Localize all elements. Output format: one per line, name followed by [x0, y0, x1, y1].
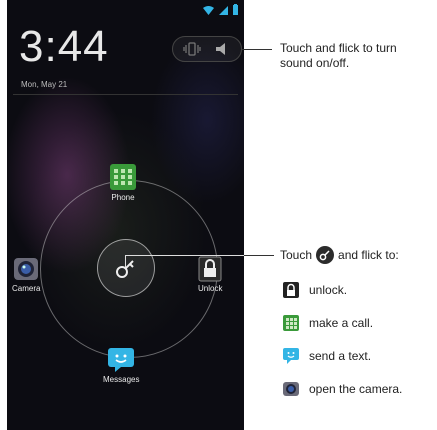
target-phone-label: Phone — [111, 193, 135, 202]
divider — [13, 94, 238, 95]
list-item-text: make a call. — [309, 316, 374, 330]
signal-icon — [219, 6, 228, 15]
lock-icon — [198, 256, 222, 282]
target-unlock[interactable]: Unlock — [198, 256, 222, 293]
target-messages-label: Messages — [103, 375, 140, 384]
battery-icon — [233, 4, 238, 15]
clock-time: 3:44 — [19, 22, 109, 71]
list-item: send a text. — [283, 348, 371, 364]
target-messages[interactable]: Messages — [103, 347, 139, 384]
key-icon — [116, 260, 134, 278]
callout-touch-prefix: Touch — [280, 247, 313, 262]
status-bar — [203, 4, 238, 15]
list-item-text: unlock. — [309, 283, 348, 297]
key-icon — [316, 246, 335, 264]
wifi-icon — [203, 6, 214, 15]
target-unlock-label: Unlock — [198, 284, 223, 293]
phone-screen: 3:44 Mon, May 21 Phone Camera Unlock Mes… — [7, 0, 244, 430]
callout-line-handle-inner-h — [125, 255, 244, 256]
lock-icon — [283, 282, 299, 298]
camera-app-icon — [14, 258, 39, 280]
target-phone[interactable]: Phone — [109, 163, 137, 202]
list-item-text: open the camera. — [309, 382, 403, 396]
callout-touch: Touch and flick to: — [280, 246, 399, 264]
unlock-handle[interactable] — [97, 239, 155, 297]
clock-date: Mon, May 21 — [21, 80, 68, 89]
callout-line-handle-inner — [125, 255, 126, 267]
messages-app-icon — [283, 348, 299, 364]
speaker-icon — [216, 43, 225, 55]
list-item: unlock. — [283, 282, 347, 298]
callout-sound-text: Touch and flick to turn sound on/off. — [280, 41, 397, 70]
phone-app-icon — [283, 315, 299, 331]
list-item: make a call. — [283, 315, 373, 331]
vibrate-icon — [183, 42, 201, 56]
callout-touch-suffix: and flick to: — [338, 247, 399, 262]
target-camera-label: Camera — [12, 284, 41, 293]
camera-app-icon — [283, 382, 299, 396]
callout-line-sound — [242, 49, 272, 50]
messages-app-icon — [108, 348, 135, 372]
callout-line-handle — [244, 255, 274, 256]
phone-app-icon — [110, 164, 136, 190]
target-camera[interactable]: Camera — [12, 256, 40, 293]
list-item: open the camera. — [283, 381, 402, 397]
list-item-text: send a text. — [309, 349, 372, 363]
sound-toggle[interactable] — [172, 36, 242, 62]
